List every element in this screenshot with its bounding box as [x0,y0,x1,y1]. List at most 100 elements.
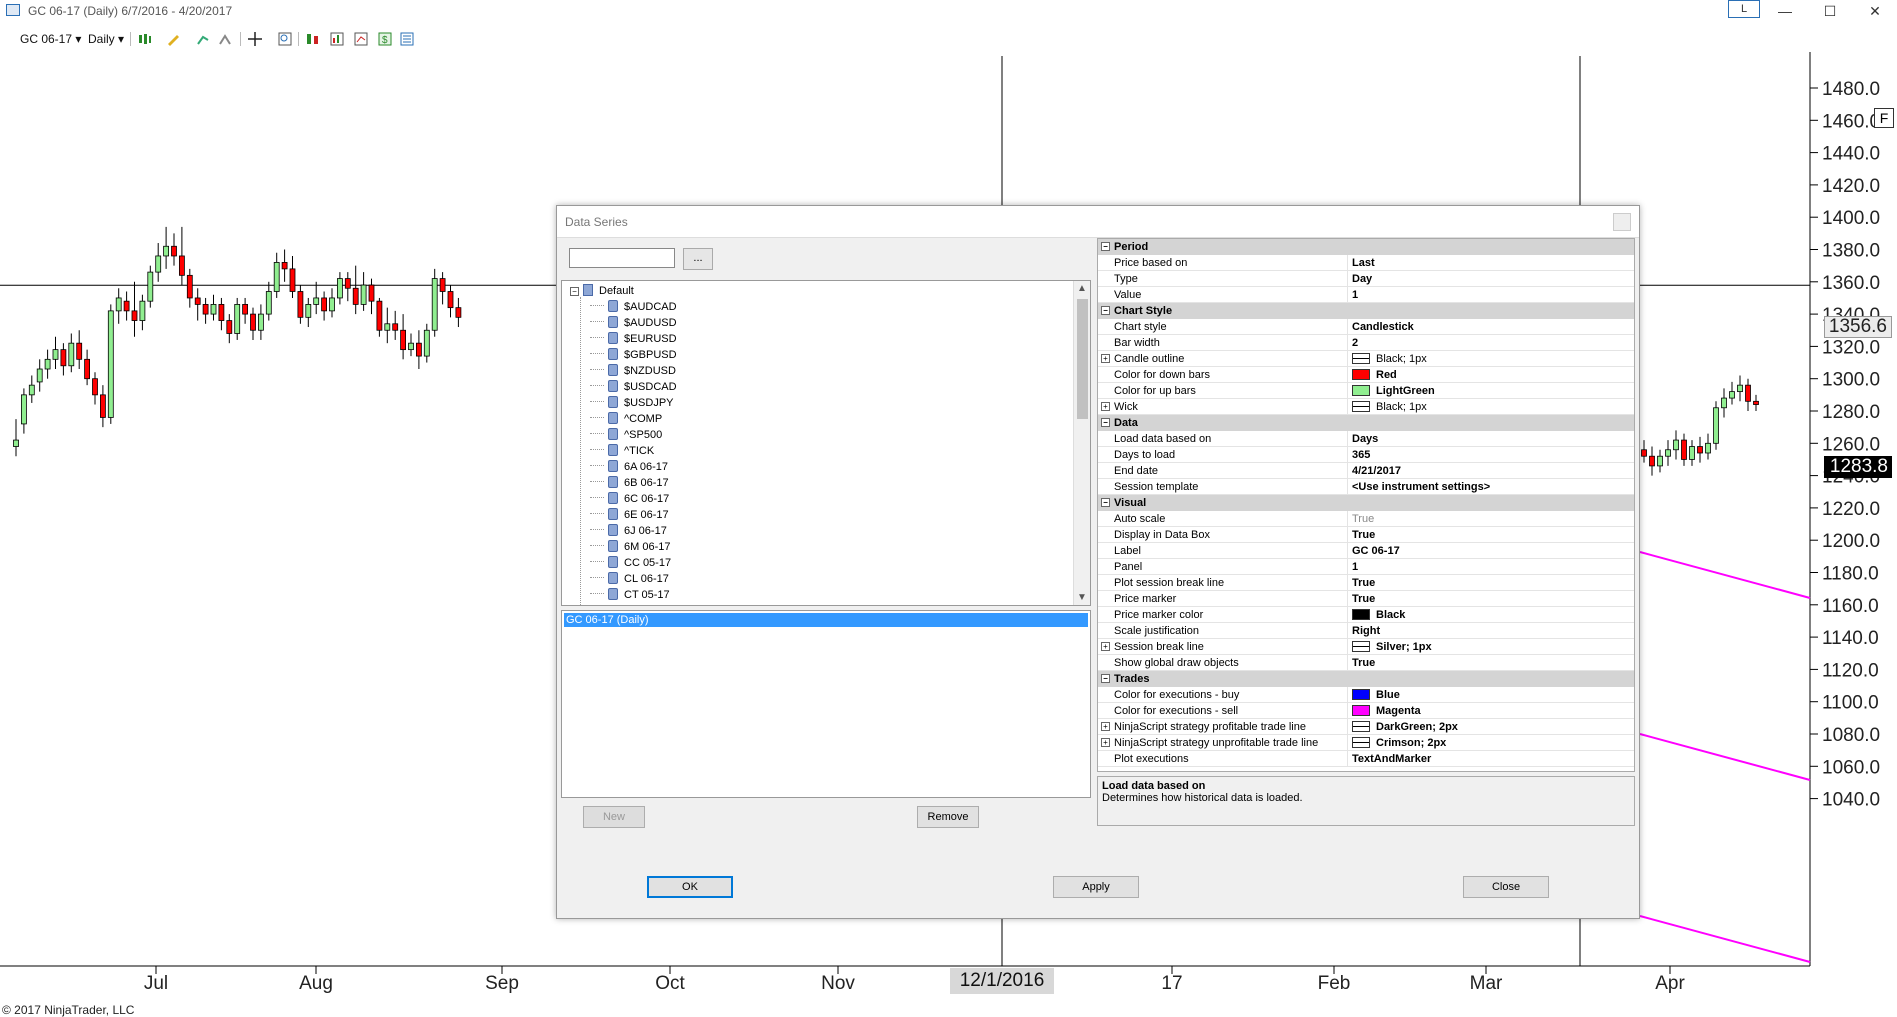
property-value[interactable]: LightGreen [1352,383,1435,399]
link-badge[interactable]: L [1728,0,1760,18]
property-row[interactable]: Load data based on Days [1098,431,1634,447]
property-value[interactable]: Days [1352,431,1378,447]
property-row[interactable]: End date 4/21/2017 [1098,463,1634,479]
series-list-item[interactable]: GC 06-17 (Daily) [564,613,1088,627]
property-value[interactable]: Black; 1px [1352,351,1427,367]
ok-button[interactable]: OK [647,876,733,898]
instrument-search-input[interactable] [569,248,675,268]
property-row[interactable]: Scale justification Right [1098,623,1634,639]
property-row[interactable]: Color for down bars Red [1098,367,1634,383]
properties-icon[interactable] [400,32,414,46]
tree-item[interactable]: $USDCAD [590,379,677,395]
property-row[interactable]: Label GC 06-17 [1098,543,1634,559]
property-value[interactable]: 4/21/2017 [1352,463,1401,479]
property-category[interactable]: − Period [1098,239,1634,255]
new-button[interactable]: New [583,806,645,828]
tree-item[interactable]: 6C 06-17 [590,491,669,507]
expand-icon[interactable]: + [1101,722,1110,731]
tree-item[interactable]: $USDJPY [590,395,674,411]
tree-scrollbar[interactable]: ▲ ▼ [1073,281,1090,605]
property-row[interactable]: Auto scale True [1098,511,1634,527]
property-value[interactable]: TextAndMarker [1352,751,1431,767]
close-window-button[interactable]: ✕ [1860,2,1890,20]
close-button[interactable]: Close [1463,876,1549,898]
property-row[interactable]: Value 1 [1098,287,1634,303]
data-series-icon[interactable] [306,32,320,46]
collapse-icon[interactable]: − [1101,242,1110,251]
remove-button[interactable]: Remove [917,806,979,828]
collapse-icon[interactable]: − [1101,306,1110,315]
property-row[interactable]: Bar width 2 [1098,335,1634,351]
expand-icon[interactable]: + [1101,402,1110,411]
property-category[interactable]: − Chart Style [1098,303,1634,319]
indicators-icon[interactable] [330,32,344,46]
property-value[interactable]: 1 [1352,559,1358,575]
apply-button[interactable]: Apply [1053,876,1139,898]
tree-item[interactable]: 6J 06-17 [590,523,667,539]
tree-item[interactable]: $NZDUSD [590,363,676,379]
minimize-button[interactable]: — [1770,2,1800,20]
property-row[interactable]: + Wick Black; 1px [1098,399,1634,415]
crosshair-icon[interactable] [248,32,262,46]
property-value[interactable]: Blue [1352,687,1400,703]
property-value[interactable]: True [1352,575,1375,591]
collapse-icon[interactable]: − [1101,498,1110,507]
scroll-up-icon[interactable]: ▲ [1077,283,1087,294]
property-value[interactable]: Last [1352,255,1375,271]
scroll-thumb[interactable] [1077,299,1088,419]
tree-item[interactable]: CT 05-17 [590,587,670,603]
property-value[interactable]: DarkGreen; 2px [1352,719,1458,735]
property-value[interactable]: True [1352,511,1374,527]
tree-item[interactable]: 6M 06-17 [590,539,670,555]
instrument-tree[interactable]: − Default $AUDCAD $AUDUSD $EURUSD $GBPUSD $NZ… [561,280,1091,606]
tree-root[interactable]: − Default [570,283,634,299]
property-row[interactable]: Price based on Last [1098,255,1634,271]
expand-icon[interactable]: + [1101,354,1110,363]
property-category[interactable]: − Visual [1098,495,1634,511]
property-value[interactable]: Silver; 1px [1352,639,1432,655]
dialog-title-bar[interactable]: Data Series [557,206,1639,238]
property-value[interactable]: 2 [1352,335,1358,351]
chart-f-button[interactable]: F [1874,108,1894,128]
property-row[interactable]: Show global draw objects True [1098,655,1634,671]
property-row[interactable]: Plot session break line True [1098,575,1634,591]
strategy-icon[interactable] [218,32,232,46]
maximize-button[interactable]: ☐ [1815,2,1845,20]
property-row[interactable]: Session template <Use instrument settings… [1098,479,1634,495]
property-row[interactable]: Chart style Candlestick [1098,319,1634,335]
collapse-icon[interactable]: − [1101,674,1110,683]
tree-item[interactable]: ^TICK [590,443,654,459]
tree-item[interactable]: CC 05-17 [590,555,671,571]
property-row[interactable]: Days to load 365 [1098,447,1634,463]
property-category[interactable]: − Data [1098,415,1634,431]
configured-series-list[interactable]: GC 06-17 (Daily) [561,610,1091,798]
strategies-icon[interactable] [354,32,368,46]
property-value[interactable]: Magenta [1352,703,1421,719]
property-row[interactable]: + NinjaScript strategy profitable trade l… [1098,719,1634,735]
instrument-selector[interactable]: GC 06-17 ▾ [20,30,81,48]
property-category[interactable]: − Trades [1098,671,1634,687]
property-row[interactable]: Display in Data Box True [1098,527,1634,543]
tree-item[interactable]: $EURUSD [590,331,677,347]
collapse-icon[interactable]: − [1101,418,1110,427]
tree-item[interactable]: 6A 06-17 [590,459,668,475]
expand-icon[interactable]: + [1101,642,1110,651]
property-row[interactable]: Color for executions - buy Blue [1098,687,1634,703]
property-row[interactable]: Color for up bars LightGreen [1098,383,1634,399]
zoom-icon[interactable] [278,32,292,46]
property-value[interactable]: Day [1352,271,1372,287]
tree-item[interactable]: 6E 06-17 [590,507,669,523]
chart-style-icon[interactable] [138,32,152,46]
property-row[interactable]: Panel 1 [1098,559,1634,575]
property-row[interactable]: Price marker color Black [1098,607,1634,623]
tree-item[interactable]: CL 06-17 [590,571,669,587]
property-row[interactable]: + Session break line Silver; 1px [1098,639,1634,655]
property-value[interactable]: <Use instrument settings> [1352,479,1490,495]
property-value[interactable]: Black [1352,607,1405,623]
property-value[interactable]: True [1352,655,1375,671]
tree-item[interactable]: ^COMP [590,411,662,427]
expand-icon[interactable]: + [1101,738,1110,747]
property-value[interactable]: Crimson; 2px [1352,735,1446,751]
tree-item[interactable]: $GBPUSD [590,347,677,363]
property-value[interactable]: 365 [1352,447,1370,463]
